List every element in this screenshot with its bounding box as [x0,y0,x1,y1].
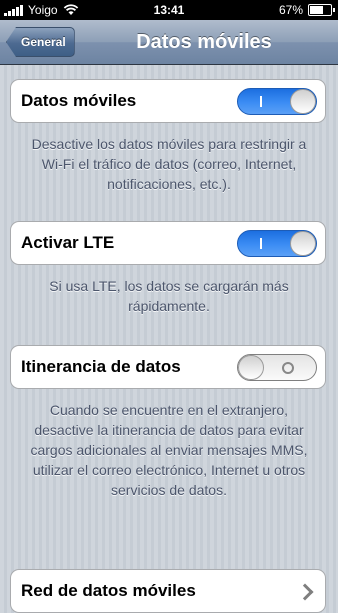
cell-label: Itinerancia de datos [21,357,181,376]
datos-moviles-toggle[interactable] [237,88,317,115]
activar-lte-footer: Si usa LTE, los datos se cargarán más rá… [49,278,289,314]
toggle-on-mark-icon [260,238,262,249]
toggle-knob [290,89,316,114]
datos-moviles-footer: Desactive los datos móviles para restrin… [31,136,307,192]
status-bar: Yoigo 13:41 67% [0,0,338,20]
cell-itinerancia-de-datos: Itinerancia de datos [10,345,326,389]
page-title: Datos móviles [136,31,272,53]
back-button[interactable]: General [6,27,75,57]
battery-icon [308,4,335,16]
cell-label: Datos móviles [21,91,137,110]
itinerancia-toggle[interactable] [237,354,317,381]
itinerancia-footer: Cuando se encuentre en el extranjero, de… [30,402,308,498]
toggle-off-mark-icon [282,362,294,374]
toggle-knob [238,355,264,380]
battery-fill [310,6,324,14]
cell-red-de-datos-moviles[interactable]: Red de datos móviles [10,569,326,613]
toggle-on-mark-icon [260,96,262,107]
cell-label: Red de datos móviles [21,581,196,600]
navigation-bar: General Datos móviles [0,20,338,65]
cell-label: Activar LTE [21,233,115,252]
toggle-knob [290,231,316,256]
activar-lte-toggle[interactable] [237,230,317,257]
cell-datos-moviles: Datos móviles [10,79,326,123]
status-right: 67% [278,3,335,17]
chevron-right-icon [296,583,314,601]
cell-activar-lte: Activar LTE [10,221,326,265]
battery-percent: 67% [278,3,303,17]
